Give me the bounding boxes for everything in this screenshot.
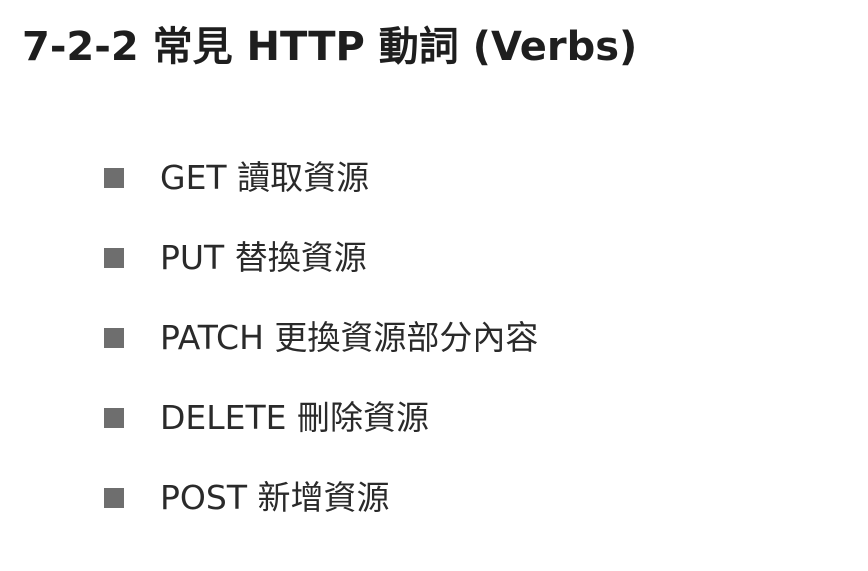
square-bullet-icon bbox=[104, 488, 124, 508]
bullet-text-post: POST 新增資源 bbox=[160, 478, 390, 517]
slide: 7-2-2 常見 HTTP 動詞 (Verbs) GET 讀取資源 PUT 替換… bbox=[0, 0, 868, 571]
list-item: PATCH 更換資源部分內容 bbox=[104, 298, 538, 378]
square-bullet-icon bbox=[104, 328, 124, 348]
bullet-list: GET 讀取資源 PUT 替換資源 PATCH 更換資源部分內容 DELETE … bbox=[104, 138, 538, 538]
bullet-text-patch: PATCH 更換資源部分內容 bbox=[160, 318, 539, 357]
bullet-text-put: PUT 替換資源 bbox=[160, 238, 367, 277]
list-item: PUT 替換資源 bbox=[104, 218, 538, 298]
list-item: DELETE 刪除資源 bbox=[104, 378, 538, 458]
square-bullet-icon bbox=[104, 408, 124, 428]
square-bullet-icon bbox=[104, 248, 124, 268]
list-item: GET 讀取資源 bbox=[104, 138, 538, 218]
square-bullet-icon bbox=[104, 168, 124, 188]
list-item: POST 新增資源 bbox=[104, 458, 538, 538]
bullet-text-delete: DELETE 刪除資源 bbox=[160, 398, 429, 437]
bullet-text-get: GET 讀取資源 bbox=[160, 158, 370, 197]
slide-title: 7-2-2 常見 HTTP 動詞 (Verbs) bbox=[22, 24, 638, 70]
